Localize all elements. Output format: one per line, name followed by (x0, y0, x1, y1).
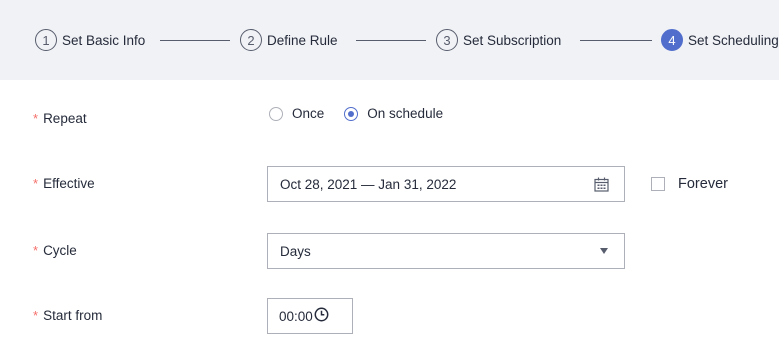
step-label: Set Subscription (463, 32, 562, 48)
step-label: Define Rule (267, 32, 338, 48)
start-time-picker[interactable]: 00:00 (267, 298, 353, 334)
step-define-rule[interactable]: 2 Define Rule (240, 27, 338, 53)
start-from-label-text: Start from (43, 308, 103, 323)
step-set-subscription[interactable]: 3 Set Subscription (436, 27, 561, 53)
radio-on-schedule[interactable]: On schedule (344, 106, 443, 121)
cycle-label: * Cycle (33, 243, 77, 258)
radio-circle[interactable] (344, 106, 359, 121)
required-mark: * (33, 243, 39, 258)
effective-label-text: Effective (43, 176, 95, 191)
repeat-radio-group: Once On schedule (269, 106, 463, 121)
start-from-label: * Start from (33, 308, 102, 323)
calendar-icon[interactable] (594, 177, 609, 195)
radio-on-schedule-label: On schedule (367, 106, 444, 121)
forever-checkbox-wrap[interactable]: Forever (651, 176, 728, 192)
chevron-down-icon[interactable] (600, 248, 608, 254)
repeat-label-text: Repeat (43, 111, 87, 126)
step-set-scheduling[interactable]: 4 Set Scheduling (661, 27, 779, 53)
radio-once-label: Once (292, 106, 325, 121)
step-label: Set Basic Info (62, 32, 146, 48)
step-number: 4 (661, 29, 683, 51)
repeat-label: * Repeat (33, 111, 87, 126)
required-mark: * (33, 308, 39, 323)
step-set-basic-info[interactable]: 1 Set Basic Info (35, 27, 145, 53)
step-number: 3 (436, 29, 458, 51)
cycle-select[interactable]: Days (267, 233, 625, 269)
step-navigator: 1 Set Basic Info 2 Define Rule 3 Set Sub… (0, 0, 779, 80)
step-number: 1 (35, 29, 57, 51)
step-number: 2 (240, 29, 262, 51)
effective-label: * Effective (33, 176, 95, 191)
step-connector (580, 40, 652, 41)
required-mark: * (33, 111, 39, 126)
cycle-label-text: Cycle (43, 243, 77, 258)
forever-label: Forever (678, 176, 728, 192)
radio-circle[interactable] (269, 106, 283, 121)
clock-icon[interactable] (314, 307, 329, 325)
radio-once[interactable]: Once (269, 106, 324, 121)
required-mark: * (33, 176, 39, 191)
start-time-value: 00:00 (279, 308, 313, 324)
cycle-select-value: Days (280, 243, 311, 259)
step-label: Set Scheduling (688, 32, 779, 48)
step-connector (160, 40, 230, 41)
step-connector (356, 40, 426, 41)
forever-checkbox[interactable] (651, 177, 665, 191)
effective-date-range-input[interactable]: Oct 28, 2021 — Jan 31, 2022 (267, 166, 625, 202)
effective-date-range-value: Oct 28, 2021 — Jan 31, 2022 (280, 176, 457, 192)
